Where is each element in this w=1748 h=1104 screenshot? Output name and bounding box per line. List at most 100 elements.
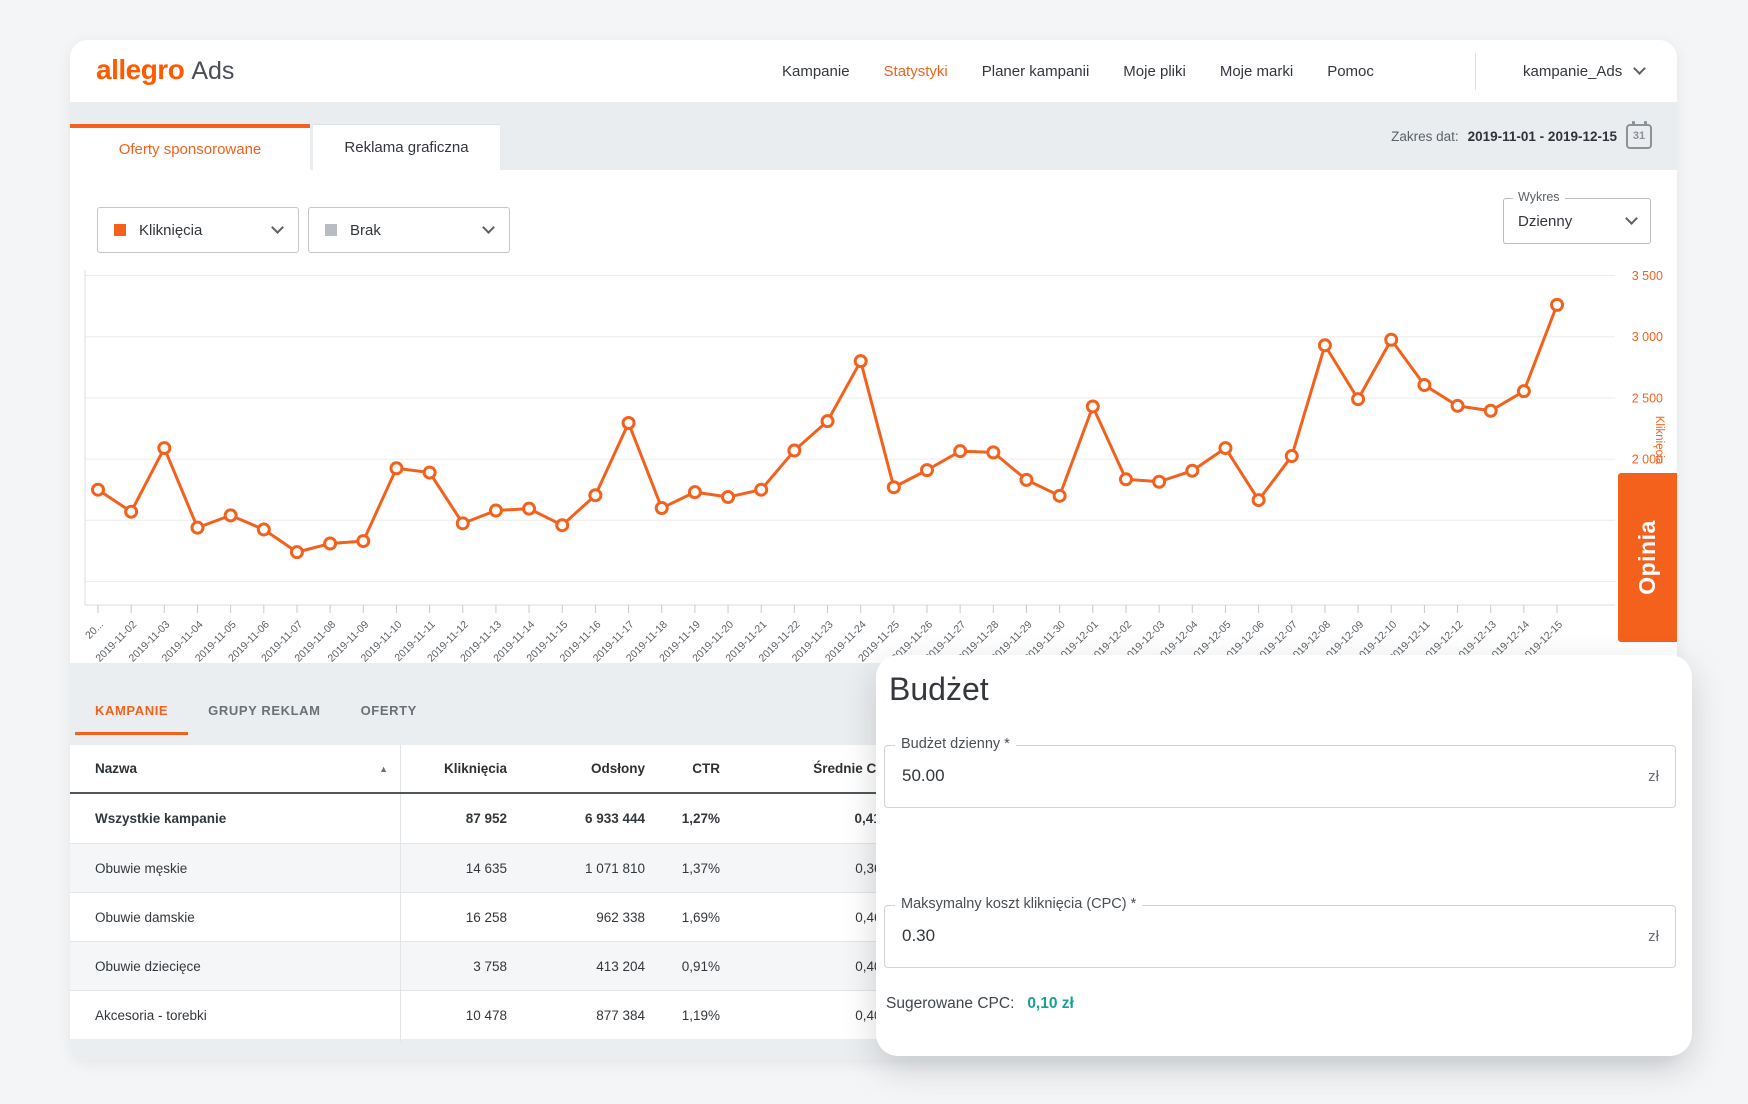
row-name: Akcesoria - torebki <box>70 1008 400 1023</box>
daily-budget-field[interactable]: Budżet dzienny * 50.00 zł <box>884 745 1676 808</box>
column-header-klikniecia[interactable]: Kliknięcia <box>400 761 507 776</box>
data-point[interactable] <box>1518 386 1529 397</box>
daily-budget-input[interactable]: 50.00 <box>902 766 945 786</box>
y-axis-title: Kliknięcia <box>1653 416 1665 465</box>
row-cpc: 0,40 zł <box>720 959 895 974</box>
nav-item-kampanie[interactable]: Kampanie <box>782 63 850 80</box>
feedback-tab[interactable]: Opinia <box>1618 473 1677 642</box>
account-label: kampanie_Ads <box>1523 63 1622 80</box>
tab-oferty-sponsorowane[interactable]: Oferty sponsorowane <box>70 124 310 170</box>
data-point[interactable] <box>490 505 501 516</box>
data-point[interactable] <box>192 522 203 533</box>
page: allegroAds Kampanie Statystyki Planer kamp… <box>0 0 1748 1104</box>
data-point[interactable] <box>1054 490 1065 501</box>
chart-controls: Kliknięcia Brak Wykres Dzienny <box>70 170 1677 240</box>
data-point[interactable] <box>391 463 402 474</box>
y-tick-label: 3 500 <box>1632 269 1663 283</box>
data-point[interactable] <box>159 443 170 454</box>
chevron-down-icon <box>1625 212 1638 225</box>
data-point[interactable] <box>789 445 800 456</box>
data-point[interactable] <box>723 492 734 503</box>
data-point[interactable] <box>1552 299 1563 310</box>
data-point[interactable] <box>1452 400 1463 411</box>
data-point[interactable] <box>756 484 767 495</box>
data-point[interactable] <box>258 524 269 535</box>
tab-reklama-graficzna[interactable]: Reklama graficzna <box>313 124 500 170</box>
nav-item-moje-pliki[interactable]: Moje pliki <box>1123 63 1186 80</box>
data-point[interactable] <box>1286 451 1297 462</box>
data-point[interactable] <box>1485 405 1496 416</box>
main-nav: Kampanie Statystyki Planer kampanii Moje pl… <box>782 40 1374 102</box>
data-point[interactable] <box>1353 394 1364 405</box>
data-point[interactable] <box>1154 476 1165 487</box>
nav-item-statystyki[interactable]: Statystyki <box>884 63 948 80</box>
line-series-klikniecia <box>98 305 1557 552</box>
header: allegroAds Kampanie Statystyki Planer kamp… <box>70 40 1677 102</box>
column-header-nazwa[interactable]: Nazwa ▲ <box>70 761 400 776</box>
date-range-value: 2019-11-01 - 2019-12-15 <box>1468 129 1617 144</box>
nav-item-moje-marki[interactable]: Moje marki <box>1220 63 1293 80</box>
data-point[interactable] <box>689 487 700 498</box>
column-header-srednie-cpc[interactable]: Średnie CPC <box>720 761 895 776</box>
row-ctr: 1,69% <box>645 910 720 925</box>
chart-interval-value: Dzienny <box>1518 213 1627 230</box>
y-tick-label: 2 500 <box>1632 391 1663 405</box>
allegro-ads-logo[interactable]: allegroAds <box>96 54 234 86</box>
header-divider <box>1475 53 1476 90</box>
data-point[interactable] <box>888 482 899 493</box>
row-views: 1 071 810 <box>507 861 645 876</box>
calendar-icon[interactable]: 31 <box>1626 124 1652 149</box>
data-point[interactable] <box>1021 474 1032 485</box>
data-point[interactable] <box>1120 474 1131 485</box>
nav-item-planer-kampanii[interactable]: Planer kampanii <box>982 63 1090 80</box>
max-cpc-field[interactable]: Maksymalny koszt kliknięcia (CPC) * 0.30… <box>884 905 1676 968</box>
data-point[interactable] <box>424 467 435 478</box>
data-point[interactable] <box>1087 401 1098 412</box>
data-point[interactable] <box>1187 465 1198 476</box>
data-point[interactable] <box>623 417 634 428</box>
data-point[interactable] <box>1220 443 1231 454</box>
chart-svg: 1 0001 5002 0002 5003 0003 50020...2019-… <box>70 235 1677 695</box>
row-clicks: 10 478 <box>400 1008 507 1023</box>
data-point[interactable] <box>93 484 104 495</box>
data-point[interactable] <box>988 447 999 458</box>
data-point[interactable] <box>822 416 833 427</box>
column-header-odslony[interactable]: Odsłony <box>507 761 645 776</box>
row-clicks: 87 952 <box>400 811 507 826</box>
row-name: Wszystkie kampanie <box>70 811 400 826</box>
logo-ads: Ads <box>191 57 234 85</box>
data-point[interactable] <box>922 465 933 476</box>
row-cpc: 0,36 zł <box>720 861 895 876</box>
data-point[interactable] <box>590 490 601 501</box>
data-point[interactable] <box>557 520 568 531</box>
suggested-cpc-value[interactable]: 0,10 zł <box>1027 995 1074 1012</box>
lower-tab-oferty[interactable]: OFERTY <box>341 695 437 735</box>
data-point[interactable] <box>1253 495 1264 506</box>
data-point[interactable] <box>1419 380 1430 391</box>
lower-tab-kampanie[interactable]: KAMPANIE <box>75 695 188 735</box>
data-point[interactable] <box>126 506 137 517</box>
max-cpc-input[interactable]: 0.30 <box>902 926 935 946</box>
row-views: 877 384 <box>507 1008 645 1023</box>
data-point[interactable] <box>855 356 866 367</box>
data-point[interactable] <box>457 518 468 529</box>
chevron-down-icon <box>271 221 284 234</box>
data-point[interactable] <box>955 446 966 457</box>
data-point[interactable] <box>656 503 667 514</box>
row-name: Obuwie damskie <box>70 910 400 925</box>
lower-tab-grupy-reklam[interactable]: GRUPY REKLAM <box>188 695 340 735</box>
account-menu[interactable]: kampanie_Ads <box>1523 40 1644 102</box>
data-point[interactable] <box>291 547 302 558</box>
data-point[interactable] <box>225 510 236 521</box>
data-point[interactable] <box>1319 340 1330 351</box>
nav-item-pomoc[interactable]: Pomoc <box>1327 63 1374 80</box>
data-point[interactable] <box>1386 334 1397 345</box>
budget-modal: Budżet Budżet dzienny * 50.00 zł Maksyma… <box>876 655 1692 1056</box>
max-cpc-currency: zł <box>1648 928 1659 945</box>
column-header-ctr[interactable]: CTR <box>645 761 720 776</box>
data-point[interactable] <box>524 503 535 514</box>
row-clicks: 14 635 <box>400 861 507 876</box>
lower-tabs: KAMPANIEGRUPY REKLAMOFERTY <box>75 695 437 735</box>
data-point[interactable] <box>358 536 369 547</box>
data-point[interactable] <box>325 538 336 549</box>
